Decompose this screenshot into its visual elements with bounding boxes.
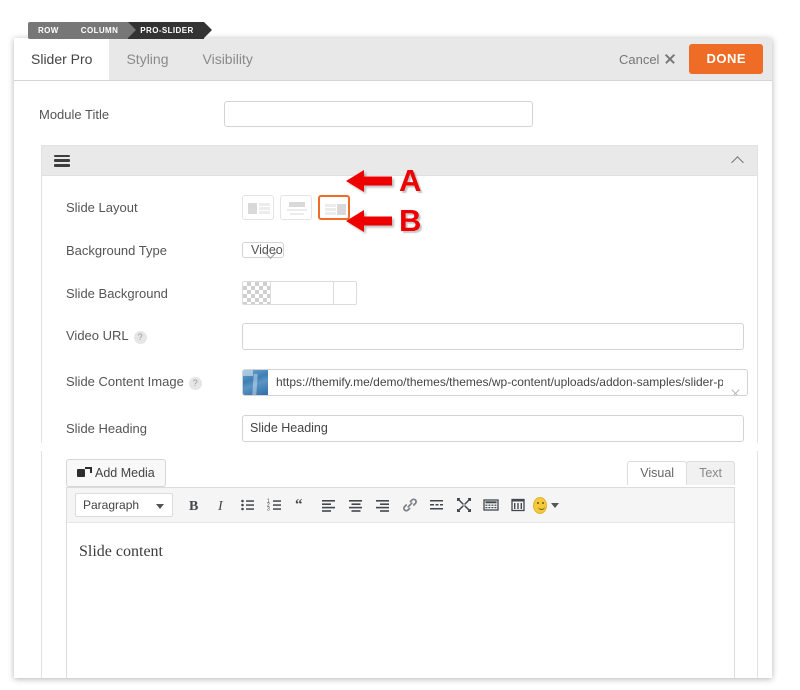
align-center-icon[interactable] xyxy=(344,493,368,517)
media-icon xyxy=(77,467,92,479)
field-background-type: Background Type Video xyxy=(42,235,757,265)
field-slide-background: Slide Background xyxy=(42,278,757,308)
add-media-label: Add Media xyxy=(95,466,155,480)
module-title-label: Module Title xyxy=(39,106,110,122)
align-left-icon[interactable] xyxy=(317,493,341,517)
editor-view-tabs: Visual Text xyxy=(627,461,735,485)
italic-icon[interactable]: I xyxy=(209,493,233,517)
field-video-url: Video URL? xyxy=(42,321,757,351)
close-icon xyxy=(664,53,676,65)
caret-down-icon xyxy=(156,504,164,509)
editor-toolbar: Paragraph B I 1 2 3 “ xyxy=(67,488,734,523)
slide-heading-input[interactable] xyxy=(242,414,744,442)
done-button[interactable]: DONE xyxy=(689,44,763,74)
annotation-b xyxy=(344,207,394,238)
chevron-up-icon[interactable] xyxy=(732,154,745,167)
slide-content-image-url[interactable]: https://themify.me/demo/themes/themes/wp… xyxy=(268,375,723,389)
editor-box: Paragraph B I 1 2 3 “ Slide content xyxy=(66,487,735,678)
svg-text:I: I xyxy=(217,499,224,513)
breadcrumb-item-row[interactable]: ROW xyxy=(28,22,77,39)
blockquote-icon[interactable]: “ xyxy=(290,493,314,517)
layout-centered-icon xyxy=(286,201,307,215)
field-module-title: Module Title xyxy=(14,81,772,145)
slide-layout-option-text-centered[interactable] xyxy=(280,194,312,220)
color-picker-toggle[interactable] xyxy=(334,282,356,304)
video-url-label-text: Video URL xyxy=(66,328,129,344)
panel-tabbar: Slider Pro Styling Visibility Cancel DON… xyxy=(14,38,772,81)
add-media-button[interactable]: Add Media xyxy=(66,459,166,487)
tab-visibility[interactable]: Visibility xyxy=(186,38,270,80)
annotation-b-letter: B xyxy=(399,203,422,238)
read-more-icon[interactable] xyxy=(425,493,449,517)
help-icon[interactable]: ? xyxy=(133,330,147,344)
bold-icon[interactable]: B xyxy=(182,493,206,517)
slide-background-colorpicker[interactable] xyxy=(242,281,357,305)
format-select[interactable]: Paragraph xyxy=(75,493,173,517)
background-type-select-wrap: Video xyxy=(242,238,284,262)
format-select-value: Paragraph xyxy=(83,498,140,512)
background-type-label: Background Type xyxy=(66,242,167,258)
svg-text:B: B xyxy=(189,499,198,513)
color-value-field[interactable] xyxy=(271,282,334,304)
annotation-a xyxy=(344,167,394,198)
cancel-label: Cancel xyxy=(618,51,660,67)
editor-media-row: Add Media Visual Text xyxy=(66,451,735,487)
video-url-label: Video URL? xyxy=(66,328,242,344)
breadcrumb-item-column[interactable]: COLUMN xyxy=(68,22,136,39)
numbered-list-icon[interactable]: 1 2 3 xyxy=(263,493,287,517)
tab-slider-pro[interactable]: Slider Pro xyxy=(14,38,110,80)
slide-content-image-field[interactable]: https://themify.me/demo/themes/themes/wp… xyxy=(242,368,748,396)
tab-text[interactable]: Text xyxy=(686,461,735,485)
slide-heading-label: Slide Heading xyxy=(66,420,147,436)
slide-background-label: Slide Background xyxy=(66,285,168,301)
cancel-button[interactable]: Cancel xyxy=(619,52,689,67)
help-icon[interactable]: ? xyxy=(188,376,202,390)
layout-image-right-icon xyxy=(325,202,346,215)
link-icon[interactable] xyxy=(398,493,422,517)
breadcrumb-item-pro-slider[interactable]: PRO-SLIDER xyxy=(128,22,213,39)
arrow-left-icon xyxy=(346,170,392,192)
emoji-face-icon xyxy=(533,496,547,514)
caret-down-icon xyxy=(551,502,559,508)
field-slide-heading: Slide Heading xyxy=(42,413,757,443)
toolbar-toggle-icon[interactable] xyxy=(479,493,503,517)
editor-inner: Add Media Visual Text Paragraph B I 1 2 … xyxy=(66,451,735,678)
image-thumbnail[interactable] xyxy=(243,369,268,395)
slide-layout-option-image-left-text-right[interactable] xyxy=(242,194,274,220)
breadcrumb: ROW COLUMN PRO-SLIDER xyxy=(28,22,213,39)
bulleted-list-icon[interactable] xyxy=(236,493,260,517)
fullscreen-icon[interactable] xyxy=(452,493,476,517)
slide-layout-options xyxy=(242,194,350,220)
module-settings-panel: Slider Pro Styling Visibility Cancel DON… xyxy=(14,38,772,678)
arrow-left-icon xyxy=(346,210,392,232)
layout-image-left-icon xyxy=(248,201,270,214)
slide-content-editor: Add Media Visual Text Paragraph B I 1 2 … xyxy=(41,451,758,678)
editor-content[interactable]: Slide content xyxy=(67,523,734,678)
slide-layout-label: Slide Layout xyxy=(66,199,138,215)
slide-content-image-label: Slide Content Image? xyxy=(66,374,242,390)
slide-content-image-label-text: Slide Content Image xyxy=(66,374,184,390)
background-type-select[interactable]: Video xyxy=(242,242,284,258)
module-title-input[interactable] xyxy=(224,101,533,127)
svg-text:“: “ xyxy=(295,497,303,513)
tab-styling[interactable]: Styling xyxy=(109,38,185,80)
svg-text:3: 3 xyxy=(267,507,270,513)
field-slide-content-image: Slide Content Image? https://themify.me/… xyxy=(42,367,757,397)
tab-visual[interactable]: Visual xyxy=(627,461,688,485)
emoji-icon[interactable] xyxy=(533,493,559,517)
transparency-swatch-icon[interactable] xyxy=(243,282,271,304)
annotation-a-letter: A xyxy=(399,163,422,198)
special-character-icon[interactable] xyxy=(506,493,530,517)
video-url-input[interactable] xyxy=(242,322,744,350)
panel-actions: Cancel DONE xyxy=(619,38,772,80)
drag-handle-icon[interactable] xyxy=(54,154,70,167)
align-right-icon[interactable] xyxy=(371,493,395,517)
